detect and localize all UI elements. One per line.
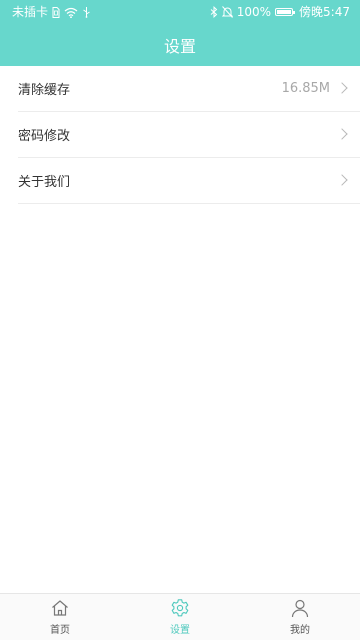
row-label: 清除缓存 — [18, 83, 71, 98]
bluetooth-icon — [210, 0, 218, 24]
battery-icon — [275, 8, 296, 16]
carrier-text: 未插卡 — [12, 5, 49, 19]
settings-row-about-us[interactable]: 关于我们 — [18, 158, 360, 204]
battery-percent: 100% — [236, 5, 272, 19]
usb-icon — [82, 0, 91, 24]
mute-icon — [221, 0, 233, 24]
status-bar: 未插卡 100% 傍晚5:47 — [0, 0, 360, 24]
status-right: 100% 傍晚5:47 — [210, 0, 350, 24]
tab-label: 我的 — [290, 625, 310, 636]
chevron-right-icon — [336, 174, 348, 186]
gear-icon — [170, 598, 190, 618]
home-icon — [50, 598, 70, 618]
row-label: 密码修改 — [18, 129, 71, 144]
tab-mine[interactable]: 我的 — [240, 594, 360, 640]
settings-list: 清除缓存 16.85M 密码修改 关于我们 — [0, 66, 360, 204]
page-title: 设置 — [163, 37, 196, 56]
wifi-icon — [64, 0, 78, 24]
tab-home[interactable]: 首页 — [0, 594, 120, 640]
settings-row-change-password[interactable]: 密码修改 — [18, 112, 360, 158]
user-icon — [290, 598, 310, 618]
status-left: 未插卡 — [12, 0, 91, 24]
sim-icon — [52, 0, 60, 24]
chevron-right-icon — [336, 128, 348, 140]
battery-fill — [277, 10, 292, 14]
app-header: 未插卡 100% 傍晚5:47 设置 — [0, 0, 360, 66]
tab-label: 设置 — [170, 625, 190, 636]
tab-settings[interactable]: 设置 — [120, 594, 240, 640]
clock-text: 傍晚5:47 — [299, 5, 350, 19]
cache-size-value: 16.85M — [281, 81, 330, 96]
bottom-tab-bar: 首页 设置 我的 — [0, 593, 360, 640]
chevron-right-icon — [336, 82, 348, 94]
settings-row-clear-cache[interactable]: 清除缓存 16.85M — [18, 66, 360, 112]
tab-label: 首页 — [50, 625, 70, 636]
row-label: 关于我们 — [18, 175, 71, 190]
